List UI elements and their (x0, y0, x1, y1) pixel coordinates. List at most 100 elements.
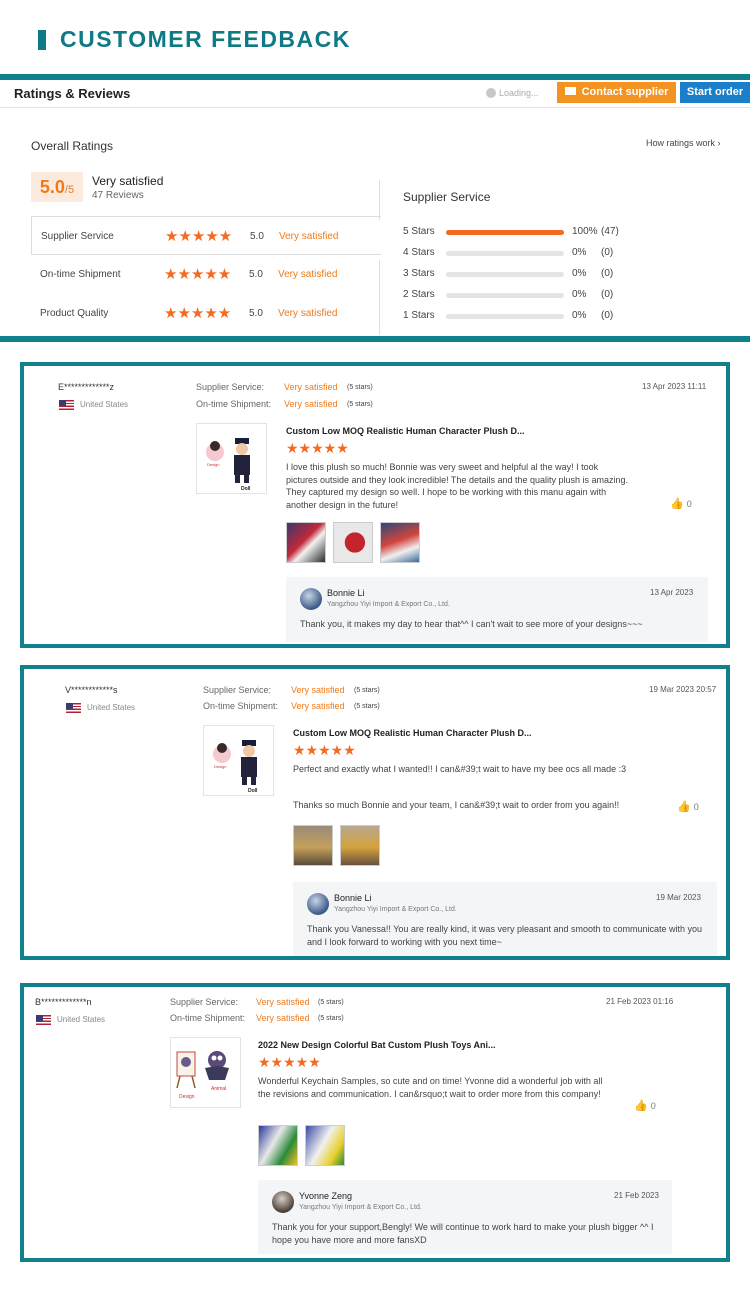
review-text: Wonderful Keychain Samples, so cute and … (258, 1076, 603, 1099)
shipment-stars: (5 stars) (347, 401, 373, 408)
svg-text:Doll: Doll (241, 486, 251, 492)
review-photo[interactable] (333, 522, 373, 563)
distribution-count: (0) (601, 289, 614, 300)
review-date: 13 Apr 2023 11:11 (642, 382, 707, 391)
like-button[interactable]: 👍 0 (677, 800, 699, 813)
criterion-text: Very satisfied (278, 308, 338, 319)
start-order-button[interactable]: Start order (680, 82, 750, 103)
product-thumbnail[interactable]: Doll Design (196, 423, 267, 494)
distribution-percent: 100% (572, 226, 598, 237)
criterion-label: Supplier Service (41, 231, 114, 242)
review-photo[interactable] (340, 825, 380, 866)
banner-accent-bar (38, 30, 46, 50)
review-photo[interactable] (258, 1125, 298, 1166)
reply-text: Thank you Vanessa!! You are really kind,… (307, 924, 703, 947)
like-button[interactable]: 👍 0 (634, 1099, 656, 1112)
criterion-score: 5.0 (250, 231, 264, 242)
replier-name: Bonnie Li (334, 893, 372, 903)
us-flag-icon (59, 400, 74, 410)
review-card: V************s United States Supplier Se… (20, 665, 730, 960)
banner-title: CUSTOMER FEEDBACK (60, 26, 351, 52)
review-photo[interactable] (286, 522, 326, 563)
loading-icon (486, 88, 496, 98)
loading-indicator: Loading... (486, 88, 539, 98)
reviewer-name: V************s (65, 685, 118, 695)
supplier-reply: Bonnie Li Yangzhou Yiyi Import & Export … (286, 577, 708, 642)
reply-text: Thank you, it makes my day to hear that^… (300, 619, 643, 629)
distribution-bar (446, 293, 564, 298)
mail-icon (564, 87, 576, 95)
svg-text:Design: Design (207, 462, 219, 467)
distribution-count: (0) (601, 247, 614, 258)
distribution-bar (446, 251, 564, 256)
divider (379, 260, 380, 335)
review-photo[interactable] (305, 1125, 345, 1166)
distribution-count: (0) (601, 310, 614, 321)
service-stars: (5 stars) (318, 999, 344, 1006)
shipment-label: On-time Shipment: (203, 701, 279, 711)
svg-text:Doll: Doll (248, 788, 258, 794)
review-text-continued: Thanks so much Bonnie and your team, I c… (293, 800, 620, 810)
thumbs-up-icon: 👍 (677, 801, 691, 813)
review-card: B*************n United States Supplier S… (20, 983, 730, 1262)
star-rating: ★★★★★ (164, 266, 232, 283)
review-text: I love this plush so much! Bonnie was ve… (286, 462, 629, 510)
supplier-reply: Bonnie Li Yangzhou Yiyi Import & Export … (293, 882, 717, 956)
service-value: Very satisfied (291, 685, 345, 695)
shipment-stars: (5 stars) (318, 1015, 344, 1022)
shipment-value: Very satisfied (256, 1013, 310, 1023)
how-ratings-work-link[interactable]: How ratings work › (646, 138, 721, 148)
contact-supplier-button[interactable]: Contact supplier (557, 82, 676, 103)
page-banner: CUSTOMER FEEDBACK (0, 0, 750, 80)
replier-avatar (300, 588, 322, 610)
review-photo[interactable] (293, 825, 333, 866)
svg-text:Design: Design (214, 764, 226, 769)
star-rating: ★★★★★ (165, 228, 233, 245)
product-title[interactable]: 2022 New Design Colorful Bat Custom Plus… (258, 1040, 496, 1050)
replier-name: Yvonne Zeng (299, 1191, 353, 1201)
reviewer-name: E*************z (58, 382, 115, 392)
distribution-label: 5 Stars (403, 226, 435, 237)
star-rating: ★★★★★ (164, 305, 232, 322)
distribution-count: (47) (601, 226, 619, 237)
ratings-panel: Ratings & Reviews Loading... Contact sup… (0, 74, 750, 342)
criterion-row: On-time Shipment ★★★★★ 5.0 Very satisfie… (31, 255, 381, 294)
replier-avatar (307, 893, 329, 915)
supplier-service-title: Supplier Service (403, 190, 491, 204)
distribution-count: (0) (601, 268, 614, 279)
ratings-header: Ratings & Reviews Loading... Contact sup… (0, 80, 750, 108)
service-value: Very satisfied (256, 997, 310, 1007)
overall-score: 5.0/5 (31, 172, 83, 202)
shipment-value: Very satisfied (284, 399, 338, 409)
service-label: Supplier Service: (170, 997, 239, 1007)
review-date: 19 Mar 2023 20:57 (649, 685, 717, 694)
service-value: Very satisfied (284, 382, 338, 392)
product-thumbnail[interactable]: Design Animal (170, 1037, 241, 1108)
replier-company: Yangzhou Yiyi Import & Export Co., Ltd. (334, 906, 457, 913)
shipment-label: On-time Shipment: (170, 1013, 246, 1023)
criterion-text: Very satisfied (279, 231, 339, 242)
distribution-label: 3 Stars (403, 268, 435, 279)
divider (379, 180, 380, 220)
replier-avatar (272, 1191, 294, 1213)
shipment-label: On-time Shipment: (196, 399, 272, 409)
product-title[interactable]: Custom Low MOQ Realistic Human Character… (293, 728, 532, 738)
reviewer-country: United States (57, 1015, 106, 1024)
distribution-percent: 0% (572, 247, 587, 258)
reply-date: 19 Mar 2023 (656, 893, 701, 902)
criterion-row: Supplier Service ★★★★★ 5.0 Very satisfie… (31, 216, 381, 255)
distribution-bar-fill (446, 230, 564, 235)
like-button[interactable]: 👍 0 (670, 497, 692, 510)
reviewer-country: United States (80, 400, 129, 409)
criterion-label: On-time Shipment (40, 269, 121, 280)
product-star-rating: ★★★★★ (293, 742, 356, 758)
service-label: Supplier Service: (196, 382, 265, 392)
review-photo[interactable] (380, 522, 420, 563)
criterion-score: 5.0 (249, 308, 263, 319)
chevron-right-icon: › (717, 138, 721, 148)
product-title[interactable]: Custom Low MOQ Realistic Human Character… (286, 426, 525, 436)
replier-company: Yangzhou Yiyi Import & Export Co., Ltd. (327, 601, 450, 608)
distribution-percent: 0% (572, 310, 587, 321)
reviews-count: 47 Reviews (92, 190, 144, 201)
product-thumbnail[interactable]: Doll Design (203, 725, 274, 796)
